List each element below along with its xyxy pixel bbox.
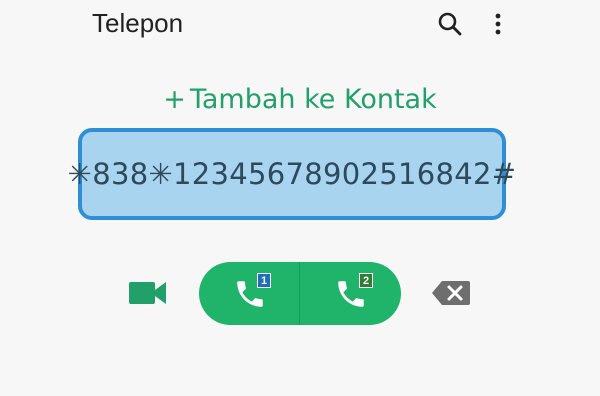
- more-vert-icon[interactable]: [488, 10, 508, 38]
- backspace-button[interactable]: [430, 278, 472, 308]
- search-icon[interactable]: [436, 10, 464, 38]
- app-title: Telepon: [92, 8, 184, 38]
- sim1-badge: 1: [257, 273, 271, 288]
- sim2-badge: 2: [359, 273, 373, 288]
- app-bar: Telepon: [0, 0, 600, 50]
- video-camera-icon: [129, 282, 166, 304]
- call-sim2-button[interactable]: 2: [300, 262, 401, 325]
- add-to-contacts-label: Tambah ke Kontak: [189, 84, 437, 115]
- dialed-number-field[interactable]: ✳838✳12345678902516842#: [68, 128, 516, 220]
- dialed-number: ✳838✳12345678902516842#: [67, 157, 517, 191]
- call-buttons: 1 2: [199, 262, 401, 325]
- video-call-button[interactable]: [126, 276, 170, 310]
- add-to-contacts-button[interactable]: + Tambah ke Kontak: [0, 84, 600, 115]
- backspace-icon: [432, 281, 470, 305]
- plus-icon: +: [163, 84, 186, 115]
- call-sim1-button[interactable]: 1: [199, 262, 300, 325]
